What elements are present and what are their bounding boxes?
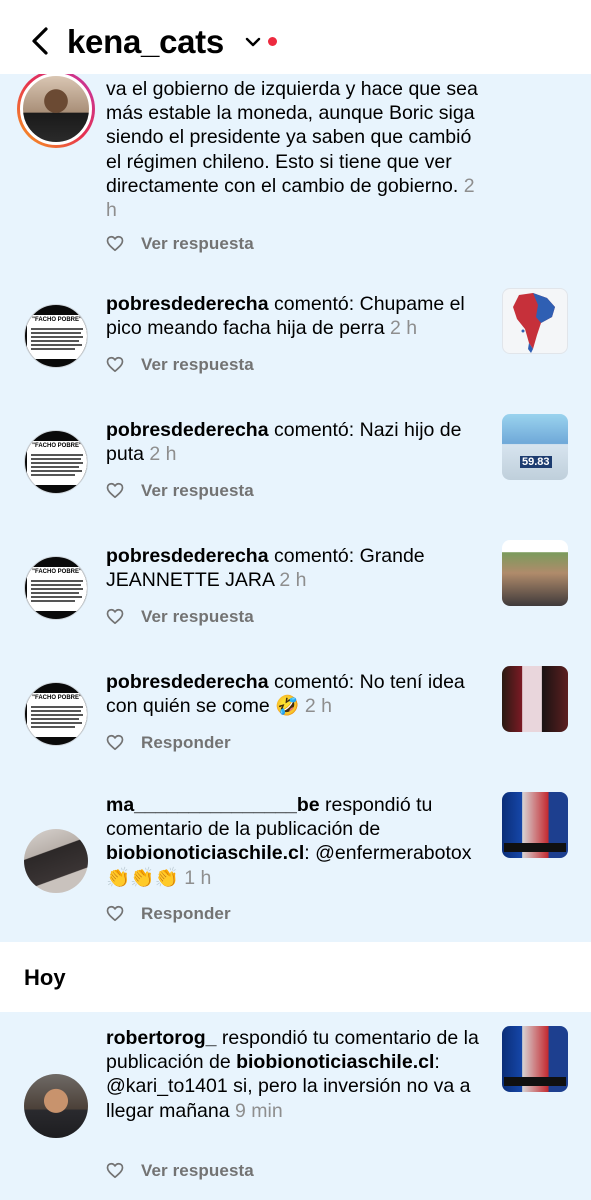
- heart-icon[interactable]: [106, 608, 124, 625]
- thumbnail-caption-bar: [504, 843, 566, 852]
- notification-item[interactable]: robertorog_ respondió tu comentario de l…: [0, 1012, 591, 1200]
- post-thumbnail[interactable]: [502, 540, 568, 606]
- user-avatar[interactable]: [24, 1074, 88, 1138]
- username-link[interactable]: pobresdederecha: [106, 671, 269, 693]
- top-bar: kena_cats: [0, 0, 591, 74]
- post-thumbnail[interactable]: [502, 1026, 568, 1092]
- avatar-graphic: "FACHO POBRE": [27, 315, 87, 359]
- timestamp: 2 h: [390, 317, 418, 340]
- heart-icon[interactable]: [106, 235, 124, 252]
- reply-label: Responder: [141, 904, 231, 923]
- south-america-map-graphic: [513, 293, 555, 353]
- notification-text[interactable]: robertorog_ respondió tu comentario de l…: [106, 1026, 486, 1123]
- reply-label: Ver respuesta: [141, 607, 254, 626]
- timestamp: 2 h: [279, 569, 307, 592]
- user-avatar[interactable]: "FACHO POBRE": [24, 682, 88, 746]
- thumbnail-percentage: 59.83: [520, 456, 552, 468]
- reply-label: Ver respuesta: [141, 481, 254, 500]
- username-link[interactable]: robertorog_: [106, 1027, 217, 1049]
- reply-label: Ver respuesta: [141, 355, 254, 374]
- heart-icon[interactable]: [106, 905, 124, 922]
- heart-icon[interactable]: [106, 482, 124, 499]
- heart-icon[interactable]: [106, 356, 124, 373]
- username-link[interactable]: pobresdederecha: [106, 293, 269, 315]
- timestamp: 2 h: [149, 443, 177, 466]
- heart-icon[interactable]: [106, 734, 124, 751]
- post-thumbnail[interactable]: [502, 666, 568, 732]
- timestamp: 2 h: [304, 695, 332, 718]
- notification-text[interactable]: ma_______________be respondió tu comenta…: [106, 793, 481, 890]
- post-thumbnail[interactable]: 59.83: [502, 414, 568, 480]
- notification-text[interactable]: pobresdederecha comentó: No tení idea co…: [106, 670, 481, 718]
- user-avatar[interactable]: "FACHO POBRE": [24, 304, 88, 368]
- reply-label: Ver respuesta: [141, 1161, 254, 1180]
- section-heading-today: Hoy: [24, 965, 66, 990]
- user-avatar[interactable]: [17, 70, 95, 148]
- user-avatar[interactable]: "FACHO POBRE": [24, 556, 88, 620]
- username-link[interactable]: pobresdederecha: [106, 419, 269, 441]
- account-switcher[interactable]: kena_cats: [67, 22, 224, 62]
- comment-body: va el gobierno de izquierda y hace que s…: [106, 78, 478, 197]
- user-avatar[interactable]: [24, 829, 88, 893]
- notification-text[interactable]: pobresdederecha comentó: Chupame el pico…: [106, 292, 481, 340]
- thumbnail-caption-bar: [504, 1077, 566, 1086]
- notification-dot: [268, 37, 277, 46]
- notification-text[interactable]: pobresdederecha comentó: Nazi hijo de pu…: [106, 418, 481, 466]
- account-link[interactable]: biobionoticiaschile.cl: [236, 1051, 434, 1073]
- account-link[interactable]: biobionoticiaschile.cl: [106, 842, 304, 864]
- avatar-photo: [20, 73, 92, 145]
- reply-label: Ver respuesta: [141, 234, 254, 253]
- section-divider: [0, 942, 591, 1012]
- chevron-down-icon[interactable]: [245, 36, 261, 48]
- post-thumbnail[interactable]: [502, 792, 568, 858]
- avatar-graphic: "FACHO POBRE": [27, 567, 87, 611]
- avatar-graphic: "FACHO POBRE": [27, 693, 87, 737]
- post-thumbnail[interactable]: [502, 288, 568, 354]
- notification-item[interactable]: ma_______________be respondió tu comenta…: [0, 774, 591, 942]
- notification-text[interactable]: va el gobierno de izquierda y hace que s…: [106, 77, 481, 222]
- heart-icon[interactable]: [106, 1162, 124, 1179]
- avatar-graphic: "FACHO POBRE": [27, 441, 87, 485]
- notification-item[interactable]: "FACHO POBRE" pobresdederecha comentó: N…: [0, 648, 591, 774]
- reply-label: Responder: [141, 733, 231, 752]
- username-link[interactable]: ma_______________be: [106, 794, 320, 816]
- notification-item[interactable]: "FACHO POBRE" pobresdederecha comentó: G…: [0, 522, 591, 648]
- user-avatar[interactable]: "FACHO POBRE": [24, 430, 88, 494]
- timestamp: 9 min: [235, 1099, 283, 1122]
- notification-feed[interactable]: Hoy va el gobierno de izquierda y hace q…: [0, 0, 591, 1200]
- timestamp: 1 h: [184, 866, 212, 889]
- back-arrow-icon[interactable]: [28, 26, 54, 56]
- username-link[interactable]: pobresdederecha: [106, 545, 269, 567]
- notification-item[interactable]: "FACHO POBRE" pobresdederecha comentó: C…: [0, 270, 591, 396]
- notification-text[interactable]: pobresdederecha comentó: Grande JEANNETT…: [106, 544, 481, 592]
- notification-item[interactable]: "FACHO POBRE" pobresdederecha comentó: N…: [0, 396, 591, 522]
